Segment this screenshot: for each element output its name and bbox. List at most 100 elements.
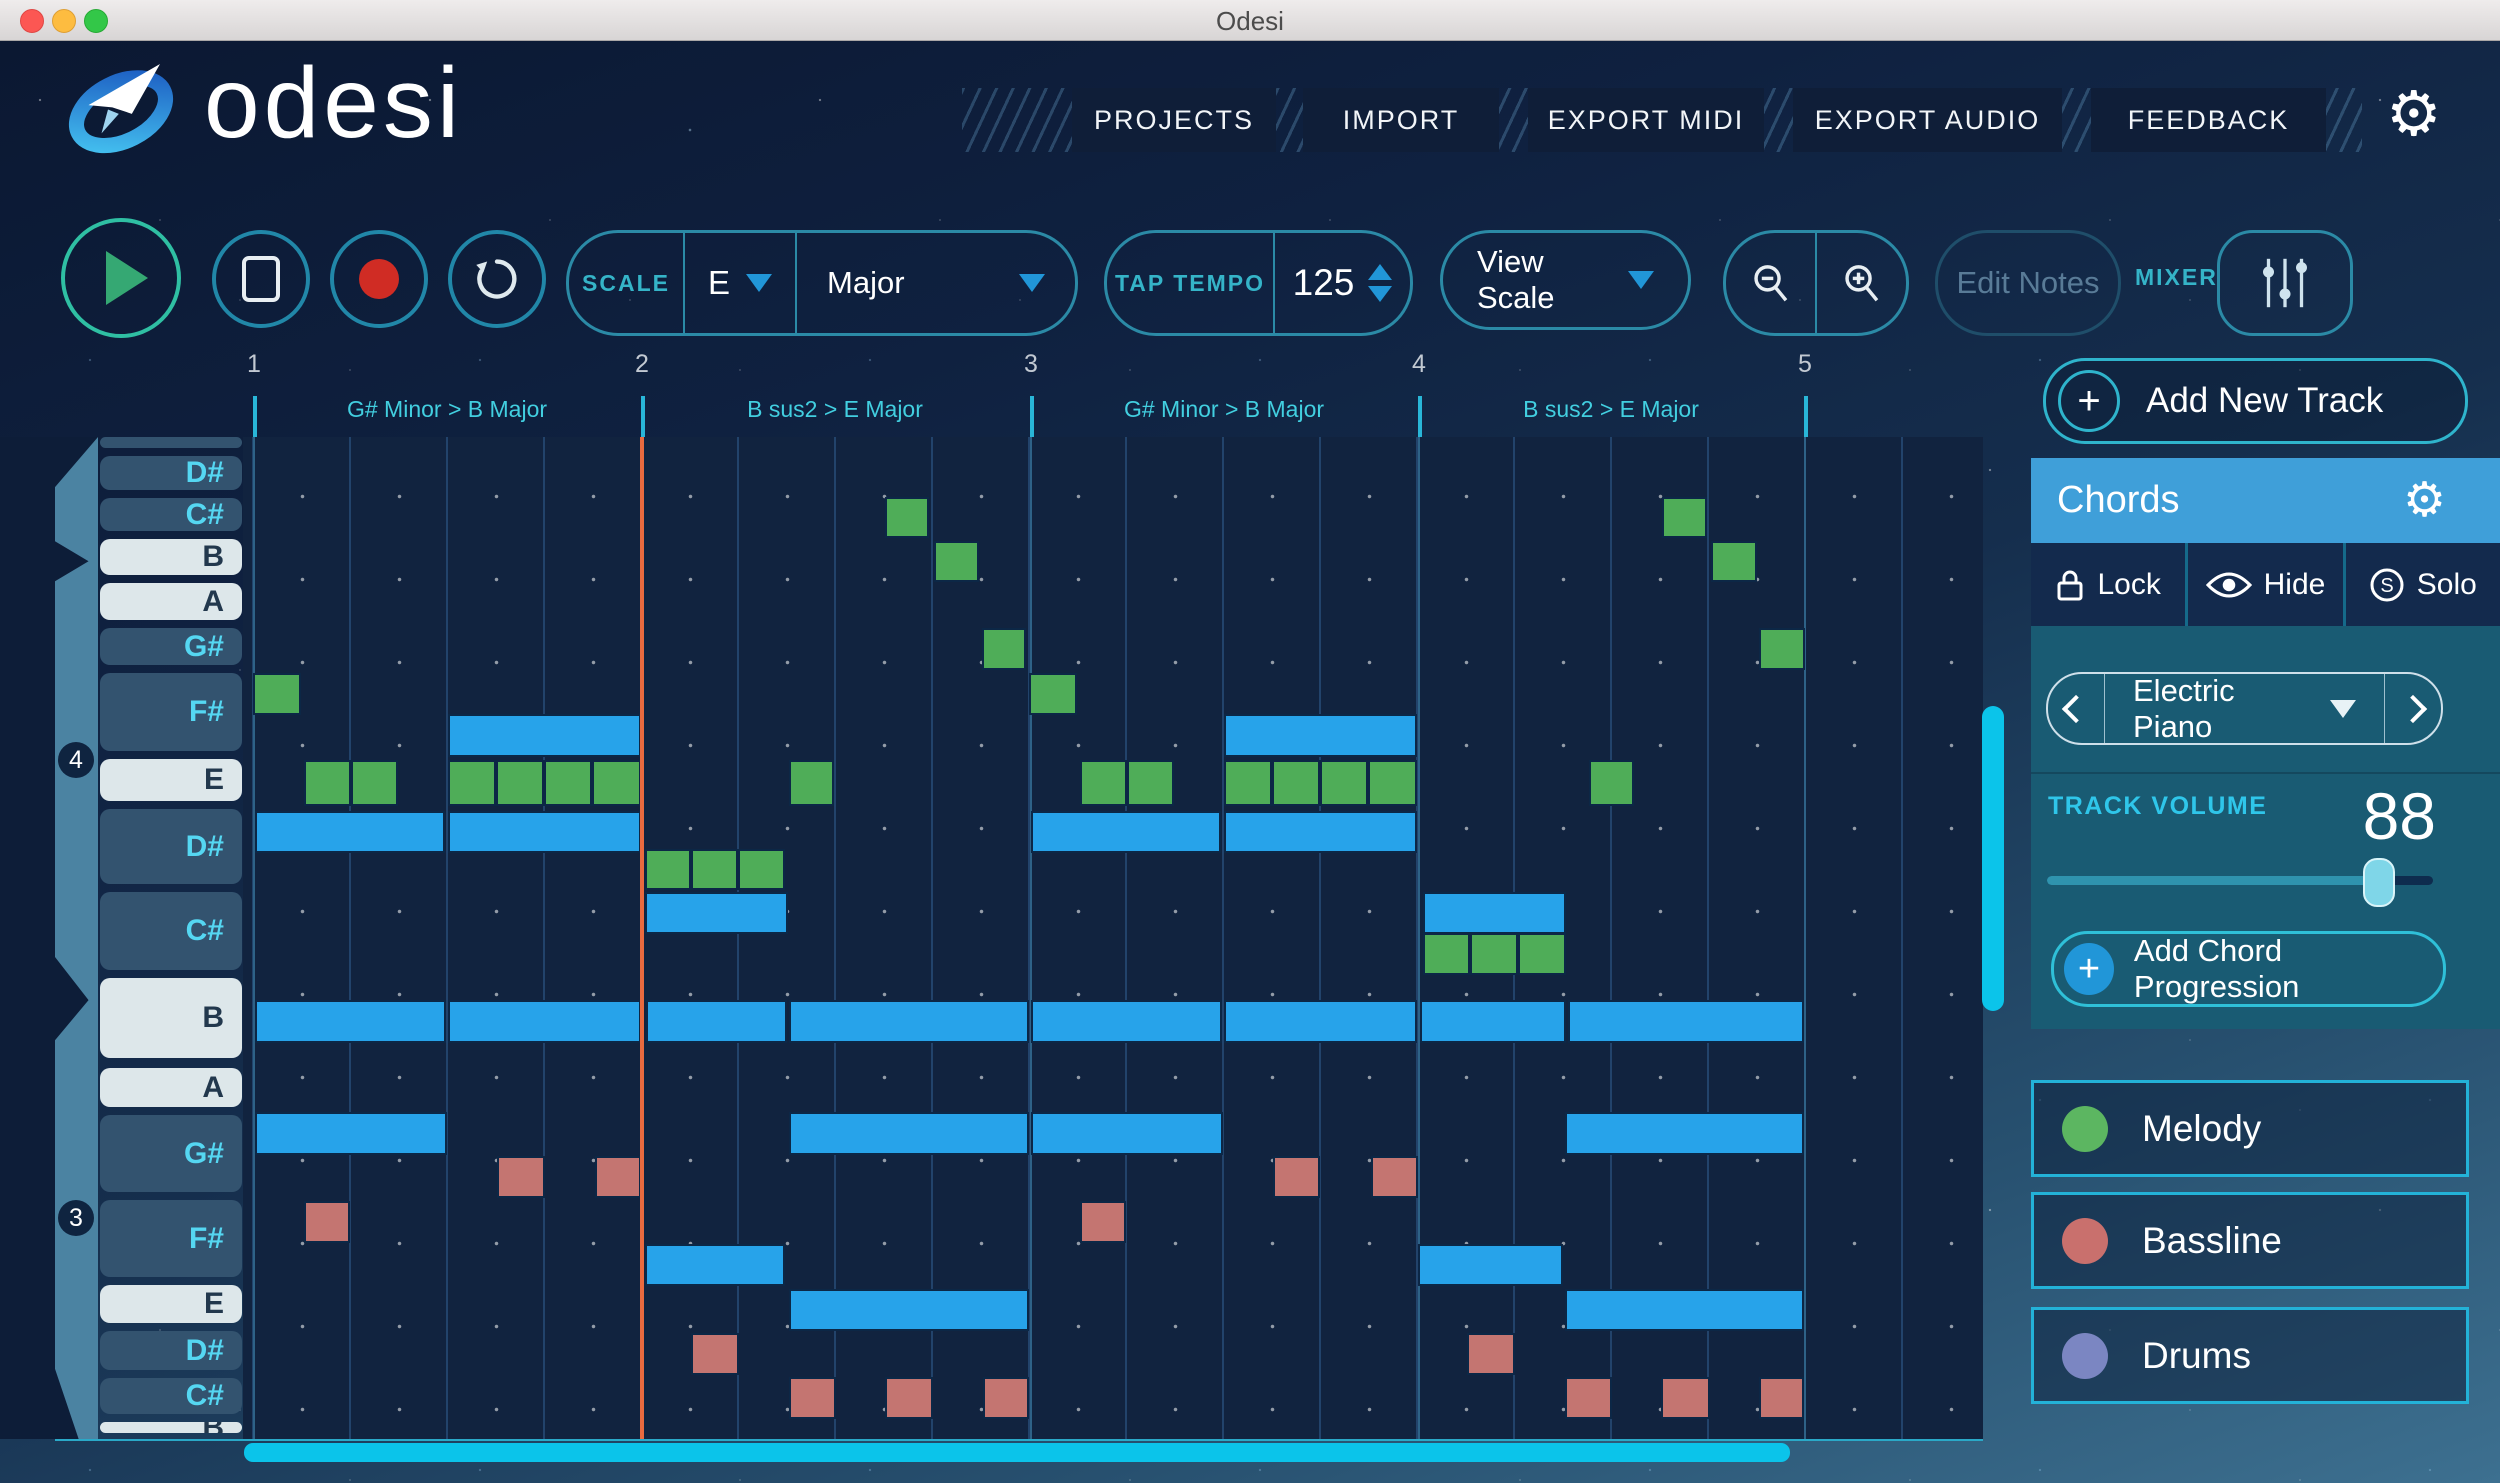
melody-note[interactable] xyxy=(1224,760,1272,806)
chord-note[interactable] xyxy=(255,1112,447,1155)
chord-note[interactable] xyxy=(1031,1112,1223,1155)
melody-note[interactable] xyxy=(1029,673,1077,715)
scale-key-dropdown[interactable]: E xyxy=(685,264,795,302)
playhead[interactable] xyxy=(640,437,644,1439)
track-card-drums[interactable]: Drums xyxy=(2031,1307,2469,1404)
melody-note[interactable] xyxy=(1127,760,1174,806)
melody-note[interactable] xyxy=(253,673,301,715)
view-scale-dropdown[interactable]: View Scale xyxy=(1440,230,1691,330)
melody-note[interactable] xyxy=(982,628,1026,670)
bassline-note[interactable] xyxy=(1080,1201,1126,1243)
melody-note[interactable] xyxy=(1368,760,1417,806)
instrument-prev-button[interactable] xyxy=(2048,699,2104,719)
melody-note[interactable] xyxy=(351,760,398,806)
piano-key-a[interactable]: A xyxy=(100,583,242,620)
horizontal-scrollbar[interactable] xyxy=(244,1443,1790,1462)
chord-note[interactable] xyxy=(645,1244,785,1286)
chord-note[interactable] xyxy=(789,1000,1029,1043)
piano-key-g#[interactable]: G# xyxy=(100,1115,242,1192)
melody-note[interactable] xyxy=(1080,760,1127,806)
chord-note[interactable] xyxy=(1423,892,1566,934)
chord-note[interactable] xyxy=(255,1000,446,1043)
chord-note[interactable] xyxy=(1565,1289,1804,1331)
chord-note[interactable] xyxy=(448,811,641,853)
scale-mode-dropdown[interactable]: Major xyxy=(797,265,1075,301)
piano-key-c#[interactable]: C# xyxy=(100,498,242,531)
piano-key-d#[interactable]: D# xyxy=(100,809,242,884)
piano-key-b[interactable]: B xyxy=(100,978,242,1058)
lock-button[interactable]: Lock xyxy=(2031,543,2185,626)
stop-button[interactable] xyxy=(212,230,310,328)
melody-note[interactable] xyxy=(1589,760,1634,806)
piano-key-a[interactable]: A xyxy=(100,1068,242,1107)
chord-note[interactable] xyxy=(645,892,788,934)
chord-note[interactable] xyxy=(789,1289,1029,1331)
bassline-note[interactable] xyxy=(1273,1156,1320,1198)
melody-note[interactable] xyxy=(1272,760,1320,806)
piano-key-e[interactable]: E xyxy=(100,759,242,801)
bassline-note[interactable] xyxy=(789,1377,836,1419)
piano-key-g#[interactable]: G# xyxy=(100,628,242,665)
instrument-dropdown[interactable]: Electric Piano xyxy=(2105,673,2384,745)
chord-note[interactable] xyxy=(1224,811,1417,853)
chord-note[interactable] xyxy=(1420,1000,1566,1043)
chord-note[interactable] xyxy=(255,811,445,853)
melody-note[interactable] xyxy=(885,497,929,538)
piano-key-d#[interactable]: D# xyxy=(100,1331,242,1370)
bassline-note[interactable] xyxy=(885,1377,933,1419)
chord-note[interactable] xyxy=(1031,1000,1222,1043)
melody-note[interactable] xyxy=(1711,541,1757,582)
play-button[interactable] xyxy=(61,218,181,338)
melody-note[interactable] xyxy=(738,849,785,890)
melody-note[interactable] xyxy=(691,849,738,890)
melody-note[interactable] xyxy=(1759,628,1805,670)
bassline-note[interactable] xyxy=(983,1377,1029,1419)
piano-key[interactable] xyxy=(100,437,242,448)
melody-note[interactable] xyxy=(934,541,979,582)
track-card-melody[interactable]: Melody xyxy=(2031,1080,2469,1177)
melody-note[interactable] xyxy=(1320,760,1368,806)
bassline-note[interactable] xyxy=(595,1156,641,1198)
zoom-out-button[interactable] xyxy=(1726,260,1815,306)
instrument-next-button[interactable] xyxy=(2385,699,2441,719)
tempo-stepper[interactable] xyxy=(1368,264,1392,302)
track-settings-gear-icon[interactable]: ⚙ xyxy=(2403,477,2446,525)
bassline-note[interactable] xyxy=(1565,1377,1612,1419)
melody-note[interactable] xyxy=(544,760,592,806)
chord-note[interactable] xyxy=(1568,1000,1804,1043)
melody-note[interactable] xyxy=(1662,497,1707,538)
melody-note[interactable] xyxy=(789,760,834,806)
piano-key-d#[interactable]: D# xyxy=(100,456,242,490)
bassline-note[interactable] xyxy=(1467,1333,1515,1375)
piano-key-b[interactable]: B xyxy=(100,1422,242,1433)
piano-key-e[interactable]: E xyxy=(100,1285,242,1323)
bassline-note[interactable] xyxy=(1759,1377,1804,1419)
chord-note[interactable] xyxy=(1224,1000,1417,1043)
piano-key-c#[interactable]: C# xyxy=(100,892,242,970)
nav-item-feedback[interactable]: FEEDBACK xyxy=(2091,88,2326,152)
melody-note[interactable] xyxy=(1518,933,1566,975)
bassline-note[interactable] xyxy=(1661,1377,1710,1419)
chord-note[interactable] xyxy=(789,1112,1029,1155)
piano-key-f#[interactable]: F# xyxy=(100,1200,242,1277)
solo-button[interactable]: S Solo xyxy=(2343,543,2500,626)
add-chord-progression-button[interactable]: + Add Chord Progression xyxy=(2051,931,2446,1007)
melody-note[interactable] xyxy=(1470,933,1518,975)
settings-gear-icon[interactable]: ⚙ xyxy=(2386,84,2442,146)
edit-notes-button[interactable]: Edit Notes xyxy=(1935,230,2121,336)
hide-button[interactable]: Hide xyxy=(2185,543,2342,626)
record-button[interactable] xyxy=(330,230,428,328)
chord-note[interactable] xyxy=(1224,714,1417,757)
volume-slider[interactable] xyxy=(2047,876,2433,885)
bassline-note[interactable] xyxy=(304,1201,350,1243)
melody-note[interactable] xyxy=(304,760,351,806)
melody-note[interactable] xyxy=(448,760,496,806)
nav-item-export-midi[interactable]: EXPORT MIDI xyxy=(1528,88,1764,152)
zoom-in-button[interactable] xyxy=(1817,260,1906,306)
mixer-button[interactable] xyxy=(2217,230,2353,336)
bassline-note[interactable] xyxy=(497,1156,545,1198)
nav-item-projects[interactable]: PROJECTS xyxy=(1072,88,1276,152)
chord-note[interactable] xyxy=(646,1000,787,1043)
volume-slider-thumb[interactable] xyxy=(2363,858,2395,907)
piano-key-c#[interactable]: C# xyxy=(100,1378,242,1414)
